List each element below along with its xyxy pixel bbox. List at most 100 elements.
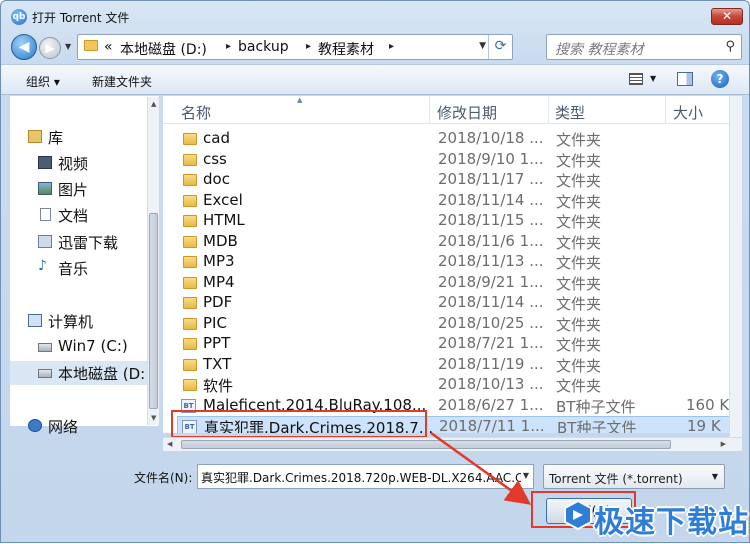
nav-item-documents[interactable]: 文档 [10,203,148,227]
file-name: css [203,149,227,168]
scroll-down-arrow[interactable]: ▼ [151,414,156,422]
file-row[interactable]: MDB 2018/11/6 1... 文件夹 [177,232,742,252]
navigation-pane: 库 视频 图片 文档 迅雷下载 ♪ 音乐 计算机 Win7 (C:) 本地磁盘 … [10,96,159,436]
address-segment-current[interactable]: 教程素材 [318,39,374,59]
nav-item-computer[interactable]: 计算机 [10,309,148,333]
scrollbar-thumb[interactable] [149,213,158,409]
folder-icon [183,153,197,166]
view-mode-icon[interactable] [629,73,643,85]
video-icon [38,156,52,169]
file-size: 160 K [686,395,730,414]
chevron-down-icon[interactable]: ▼ [523,471,529,480]
selected-file-highlight [171,410,427,438]
filename-input[interactable] [201,466,521,488]
file-row[interactable]: PPT 2018/7/21 1... 文件夹 [177,334,742,354]
file-row[interactable]: PIC 2018/10/25 ... 文件夹 [177,314,742,334]
command-bar: 组织 ▾ 新建文件夹 ▼ ? [1,64,749,95]
folder-icon [183,297,197,309]
help-icon[interactable]: ? [711,70,729,88]
file-row[interactable]: MP3 2018/11/13 ... 文件夹 [177,252,742,272]
chevron-right-icon[interactable]: ▸ [306,41,311,52]
computer-icon [28,314,42,327]
sort-ascending-icon: ▲ [297,96,303,104]
file-date: 2018/11/19 ... [438,354,544,373]
music-icon: ♪ [38,258,47,274]
scroll-left-arrow[interactable]: ◀ [167,440,172,448]
organize-menu[interactable]: 组织 ▾ [26,73,60,90]
file-date: 2018/10/18 ... [438,129,544,147]
folder-icon [183,256,197,268]
scroll-right-arrow[interactable]: ▶ [721,440,726,448]
folder-icon [183,317,197,330]
nav-item-libraries[interactable]: 库 [10,125,148,149]
address-segment-backup[interactable]: backup [238,39,289,55]
picture-icon [38,182,52,195]
file-date: 2018/11/13 ... [438,252,544,270]
file-row[interactable]: 软件 2018/10/13 ... 文件夹 [177,375,742,395]
column-name[interactable]: 名称 [181,102,211,123]
chevron-down-icon[interactable]: ▼ [712,472,718,481]
new-folder-button[interactable]: 新建文件夹 [92,73,152,90]
horizontal-scrollbar[interactable]: ◀ ▶ [163,437,742,451]
chevron-right-icon[interactable]: ▸ [389,41,394,52]
file-date: 2018/9/21 1... [438,272,544,291]
preview-pane-icon[interactable] [677,72,693,86]
column-date-modified[interactable]: 修改日期 [437,102,497,123]
file-type: 文件夹 [556,274,602,293]
drive-icon [38,343,52,352]
forward-button[interactable]: ▶ [39,37,61,59]
address-overflow[interactable]: « [104,39,113,55]
file-date: 2018/7/21 1... [438,334,544,352]
column-size[interactable]: 大小 [673,102,703,123]
folder-icon [183,235,197,248]
navigation-scrollbar[interactable]: ▲ ▼ [147,97,159,425]
folder-icon [183,379,197,391]
file-row[interactable]: PDF 2018/11/14 ... 文件夹 [177,293,742,313]
back-button[interactable]: ◀ [11,34,37,60]
file-type: BT种子文件 [556,397,636,416]
file-row[interactable]: MP4 2018/9/21 1... 文件夹 [177,273,742,293]
file-row[interactable]: HTML 2018/11/15 ... 文件夹 [177,211,742,231]
search-box[interactable]: 搜索 教程素材 ⚲ [546,34,742,60]
file-name: MP3 [203,252,235,270]
search-icon[interactable]: ⚲ [725,39,735,54]
file-type-select[interactable]: Torrent 文件 (*.torrent) ▼ [543,464,725,489]
file-row[interactable]: TXT 2018/11/19 ... 文件夹 [177,355,742,375]
recent-locations-dropdown[interactable]: ▼ [65,42,71,51]
watermark: 极速下载站 [564,494,749,540]
filename-field[interactable]: ▼ [197,464,534,489]
address-segment-drive[interactable]: 本地磁盘 (D:) [120,39,207,59]
view-mode-dropdown[interactable]: ▼ [650,74,656,83]
file-size: 19 K [687,417,721,433]
folder-icon [183,338,197,350]
chevron-right-icon[interactable]: ▸ [226,41,231,52]
address-bar[interactable]: « 本地磁盘 (D:) ▸ backup ▸ 教程素材 ▸ ▼ ⟳ [77,34,513,60]
file-row[interactable]: Excel 2018/11/14 ... 文件夹 [177,191,742,211]
file-list-scrollbar[interactable] [729,96,742,437]
scrollbar-thumb[interactable] [181,440,671,449]
column-header: ▲ 名称 修改日期 类型 大小 [163,96,742,124]
file-row[interactable]: doc 2018/11/17 ... 文件夹 [177,170,742,190]
nav-item-drive-c[interactable]: Win7 (C:) [10,335,148,359]
nav-item-network[interactable]: 网络 [10,414,148,438]
file-date: 2018/7/11 1... [439,417,545,433]
refresh-icon[interactable]: ⟳ [488,35,512,59]
column-type[interactable]: 类型 [555,102,585,123]
file-type: 文件夹 [556,192,602,211]
address-history-dropdown[interactable]: ▼ [479,41,486,51]
nav-item-drive-d[interactable]: 本地磁盘 (D: [10,361,148,385]
scroll-up-arrow[interactable]: ▲ [151,100,156,108]
search-input[interactable]: 搜索 教程素材 [555,39,643,59]
close-button[interactable]: ✕ [711,8,743,25]
file-row[interactable]: css 2018/9/10 1... 文件夹 [177,150,742,170]
file-date: 2018/10/13 ... [438,375,544,393]
nav-item-pictures[interactable]: 图片 [10,177,148,201]
file-type: 文件夹 [556,233,602,252]
nav-item-videos[interactable]: 视频 [10,151,148,175]
file-type: 文件夹 [556,151,602,170]
nav-item-music[interactable]: ♪ 音乐 [10,256,148,280]
file-date: 2018/11/6 1... [438,231,544,250]
nav-item-xunlei-downloads[interactable]: 迅雷下载 [10,230,148,254]
file-row[interactable]: cad 2018/10/18 ... 文件夹 [177,129,742,149]
file-type: 文件夹 [556,131,602,149]
